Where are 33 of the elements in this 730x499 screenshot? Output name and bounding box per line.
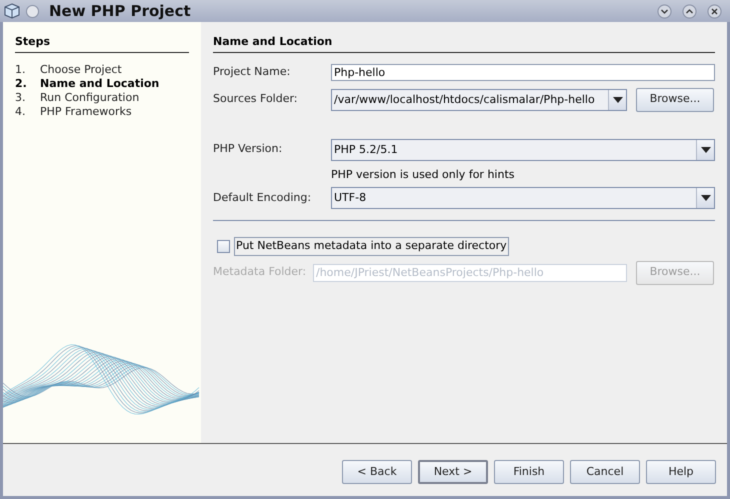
dropdown[interactable]: PHP 5.2/5.1 <box>331 138 715 160</box>
field-label: PHP Version: <box>213 141 284 158</box>
step-item: 2. Name and Location <box>15 76 160 90</box>
dropdown-value: /var/www/localhost/htdocs/calismalar/Php-hello <box>333 92 596 108</box>
dialog-button[interactable]: < Back <box>342 460 412 484</box>
step-item: 1. Choose Project <box>15 62 123 76</box>
project-name-field[interactable]: Php-hello <box>331 64 715 80</box>
dropdown[interactable]: /var/www/localhost/htdocs/calismalar/Php-hello <box>331 88 627 110</box>
close-icon[interactable] <box>707 4 722 18</box>
checkbox-label[interactable]: Put NetBeans metadata into a separate directory <box>234 237 509 256</box>
dialog-button[interactable]: Next > <box>418 460 488 484</box>
field-label: Project Name: <box>213 64 292 80</box>
step-item: 4. PHP Frameworks <box>15 104 133 118</box>
window-title: New PHP Project <box>49 0 191 22</box>
section-title: Name and Location <box>213 34 715 52</box>
field-label: Metadata Folder: <box>213 264 304 280</box>
dropdown-value: UTF-8 <box>333 190 368 206</box>
dropdown[interactable]: UTF-8 <box>331 187 715 209</box>
field-label: Default Encoding: <box>213 190 312 206</box>
window-menu-icon[interactable] <box>26 4 39 18</box>
step-item: 3. Run Configuration <box>15 90 140 104</box>
maximize-icon[interactable] <box>682 4 697 18</box>
dropdown-value: PHP 5.2/5.1 <box>333 142 399 158</box>
dialog-button[interactable]: Help <box>646 460 716 484</box>
steps-title: Steps <box>15 34 189 52</box>
cube-icon <box>4 3 20 19</box>
minimize-icon[interactable] <box>657 4 672 18</box>
dialog-button[interactable]: Cancel <box>570 460 640 484</box>
dialog-button[interactable]: Finish <box>494 460 564 484</box>
hint-text: PHP version is used only for hints <box>331 166 516 182</box>
dialog-button[interactable]: Browse... <box>636 88 714 112</box>
checkbox[interactable] <box>217 240 230 253</box>
field-label: Sources Folder: <box>213 91 299 108</box>
